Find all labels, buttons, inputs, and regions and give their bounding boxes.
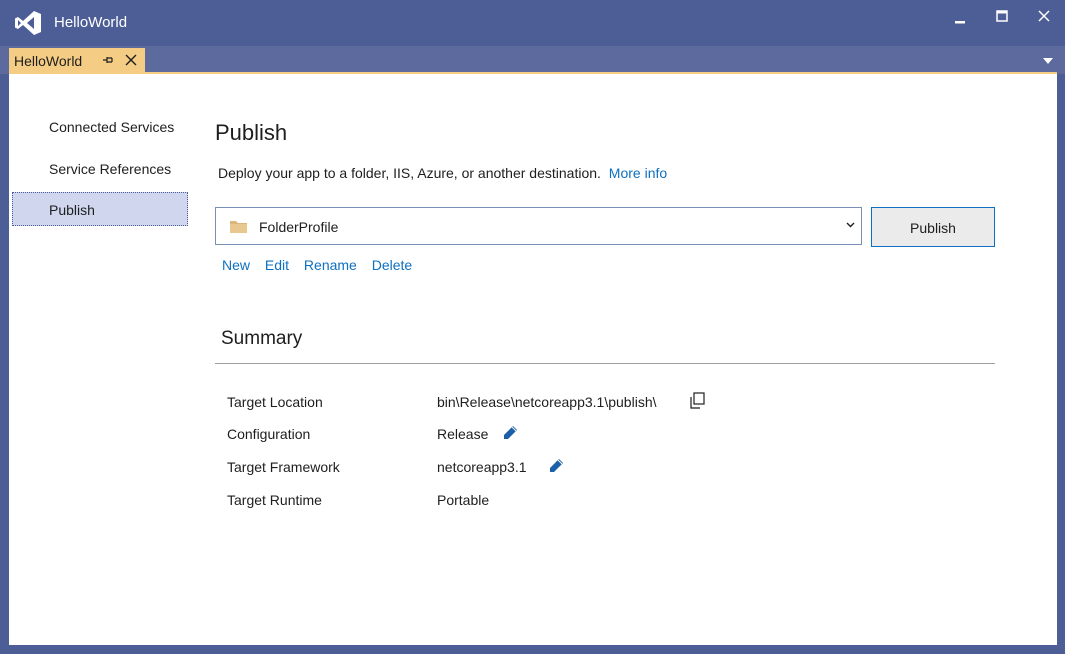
minimize-icon: [955, 21, 965, 24]
tab-label: HelloWorld: [14, 53, 83, 69]
sidebar-item-service-references[interactable]: Service References: [12, 153, 188, 186]
visual-studio-logo-icon: [15, 11, 41, 35]
profile-actions: New Edit Rename Delete: [222, 257, 423, 273]
title-bar: HelloWorld: [0, 0, 1065, 46]
properties-content: Connected Services Service References Pu…: [9, 74, 1057, 645]
selected-profile-name: FolderProfile: [259, 219, 339, 235]
close-icon: [1038, 10, 1050, 22]
maximize-button[interactable]: [985, 6, 1019, 28]
minimize-button[interactable]: [943, 6, 977, 28]
tab-overflow-dropdown-icon[interactable]: [1043, 58, 1053, 64]
more-info-link[interactable]: More info: [609, 165, 667, 181]
summary-value: bin\Release\netcoreapp3.1\publish\: [437, 394, 657, 410]
publish-button[interactable]: Publish: [871, 207, 995, 247]
summary-key: Target Location: [227, 394, 323, 410]
close-window-button[interactable]: [1027, 6, 1061, 28]
sidebar-item-connected-services[interactable]: Connected Services: [12, 111, 188, 144]
maximize-icon: [996, 10, 1008, 22]
edit-pencil-icon[interactable]: [548, 458, 564, 474]
summary-key: Configuration: [227, 426, 311, 442]
page-title: Publish: [215, 120, 288, 145]
document-tab-helloworld[interactable]: HelloWorld: [9, 48, 145, 72]
chevron-down-icon: [846, 222, 855, 228]
summary-heading: Summary: [221, 328, 303, 349]
summary-key: Target Runtime: [227, 492, 322, 508]
sidebar-item-publish[interactable]: Publish: [12, 192, 188, 226]
summary-key: Target Framework: [227, 459, 340, 475]
publish-panel: Publish Deploy your app to a folder, IIS…: [215, 74, 1057, 645]
summary-value: Release: [437, 426, 489, 442]
summary-divider: [215, 363, 995, 364]
close-icon[interactable]: [124, 53, 138, 67]
sidebar-nav: Connected Services Service References Pu…: [9, 74, 194, 645]
page-description: Deploy your app to a folder, IIS, Azure,…: [218, 165, 667, 181]
window-title: HelloWorld: [54, 14, 128, 31]
copy-icon[interactable]: [689, 392, 706, 409]
summary-value: netcoreapp3.1: [437, 459, 527, 475]
edit-pencil-icon[interactable]: [502, 425, 518, 441]
delete-profile-link[interactable]: Delete: [372, 257, 412, 273]
edit-profile-link[interactable]: Edit: [265, 257, 289, 273]
rename-profile-link[interactable]: Rename: [304, 257, 357, 273]
document-tab-strip: HelloWorld: [0, 46, 1065, 74]
pin-icon[interactable]: [101, 53, 115, 67]
summary-value: Portable: [437, 492, 490, 508]
description-text: Deploy your app to a folder, IIS, Azure,…: [218, 165, 601, 181]
folder-icon: [230, 221, 247, 233]
publish-profile-dropdown[interactable]: FolderProfile: [215, 207, 862, 245]
new-profile-link[interactable]: New: [222, 257, 250, 273]
